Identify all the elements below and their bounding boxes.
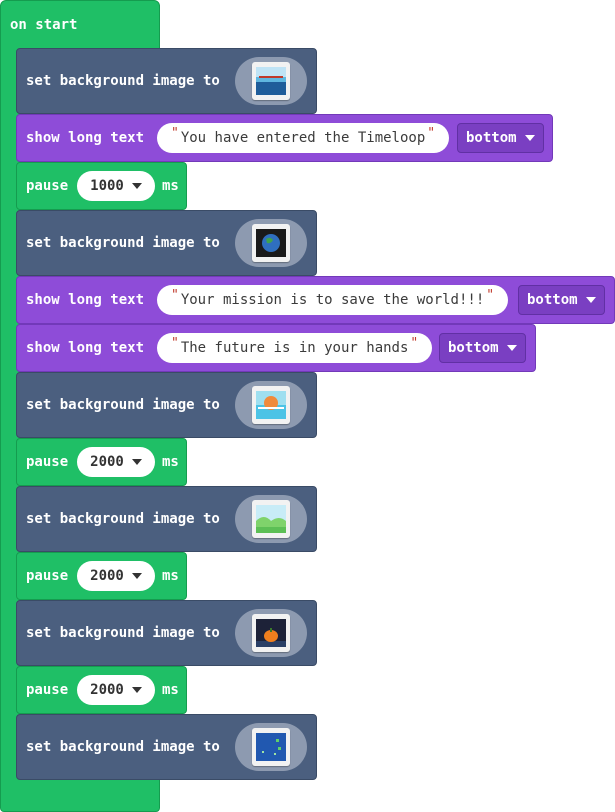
ms-label: ms (162, 454, 179, 470)
show-long-text-label: show long text (26, 130, 145, 146)
image-picker[interactable] (235, 381, 307, 429)
sunset-sea-image-icon (252, 386, 290, 424)
text-value: Your mission is to save the world!!! (180, 292, 485, 308)
show-long-text-block[interactable]: show long text " Your mission is to save … (16, 276, 615, 324)
text-input[interactable]: " Your mission is to save the world!!! " (157, 285, 509, 315)
show-long-text-block[interactable]: show long text " You have entered the Tim… (16, 114, 553, 162)
set-background-image-block[interactable]: set background image to (16, 714, 317, 780)
duration-value: 2000 (90, 568, 124, 584)
set-background-image-label: set background image to (26, 73, 220, 89)
ms-label: ms (162, 178, 179, 194)
duration-value: 2000 (90, 454, 124, 470)
image-picker[interactable] (235, 723, 307, 771)
show-long-text-label: show long text (26, 340, 145, 356)
blue-map-image-icon (252, 728, 290, 766)
chevron-down-icon (131, 573, 142, 579)
set-background-image-label: set background image to (26, 511, 220, 527)
pause-block[interactable]: pause 1000 ms (16, 162, 187, 210)
set-background-image-block[interactable]: set background image to (16, 600, 317, 666)
pause-block[interactable]: pause 2000 ms (16, 666, 187, 714)
set-background-image-block[interactable]: set background image to (16, 48, 317, 114)
chevron-down-icon (506, 345, 517, 351)
duration-dropdown[interactable]: 2000 (77, 675, 155, 705)
pause-label: pause (26, 568, 69, 584)
set-background-image-label: set background image to (26, 625, 220, 641)
image-picker[interactable] (235, 609, 307, 657)
show-long-text-block[interactable]: show long text " The future is in your ha… (16, 324, 536, 372)
position-value: bottom (527, 292, 578, 308)
pause-label: pause (26, 682, 69, 698)
ocean-bridge-image-icon (252, 62, 290, 100)
pause-label: pause (26, 178, 69, 194)
duration-dropdown[interactable]: 2000 (77, 447, 155, 477)
text-value: You have entered the Timeloop (180, 130, 426, 146)
text-value: The future is in your hands (180, 340, 409, 356)
chevron-down-icon (131, 183, 142, 189)
green-landscape-image-icon (252, 500, 290, 538)
position-dropdown[interactable]: bottom (439, 333, 526, 363)
set-background-image-label: set background image to (26, 739, 220, 755)
duration-value: 2000 (90, 682, 124, 698)
set-background-image-label: set background image to (26, 397, 220, 413)
text-input[interactable]: " The future is in your hands " (157, 333, 433, 363)
text-input[interactable]: " You have entered the Timeloop " (157, 123, 450, 153)
set-background-image-block[interactable]: set background image to (16, 372, 317, 438)
set-background-image-label: set background image to (26, 235, 220, 251)
position-value: bottom (466, 130, 517, 146)
pause-block[interactable]: pause 2000 ms (16, 438, 187, 486)
position-dropdown[interactable]: bottom (457, 123, 544, 153)
image-picker[interactable] (235, 219, 307, 267)
duration-value: 1000 (90, 178, 124, 194)
chevron-down-icon (524, 135, 535, 141)
chevron-down-icon (131, 687, 142, 693)
pause-block[interactable]: pause 2000 ms (16, 552, 187, 600)
image-picker[interactable] (235, 57, 307, 105)
chevron-down-icon (585, 297, 596, 303)
duration-dropdown[interactable]: 1000 (77, 171, 155, 201)
ms-label: ms (162, 568, 179, 584)
set-background-image-block[interactable]: set background image to (16, 210, 317, 276)
show-long-text-label: show long text (26, 292, 145, 308)
earth-image-icon (252, 224, 290, 262)
pause-label: pause (26, 454, 69, 470)
duration-dropdown[interactable]: 2000 (77, 561, 155, 591)
set-background-image-block[interactable]: set background image to (16, 486, 317, 552)
image-picker[interactable] (235, 495, 307, 543)
position-dropdown[interactable]: bottom (518, 285, 605, 315)
ms-label: ms (162, 682, 179, 698)
pumpkin-night-image-icon (252, 614, 290, 652)
position-value: bottom (448, 340, 499, 356)
on-start-label: on start (10, 17, 78, 33)
chevron-down-icon (131, 459, 142, 465)
